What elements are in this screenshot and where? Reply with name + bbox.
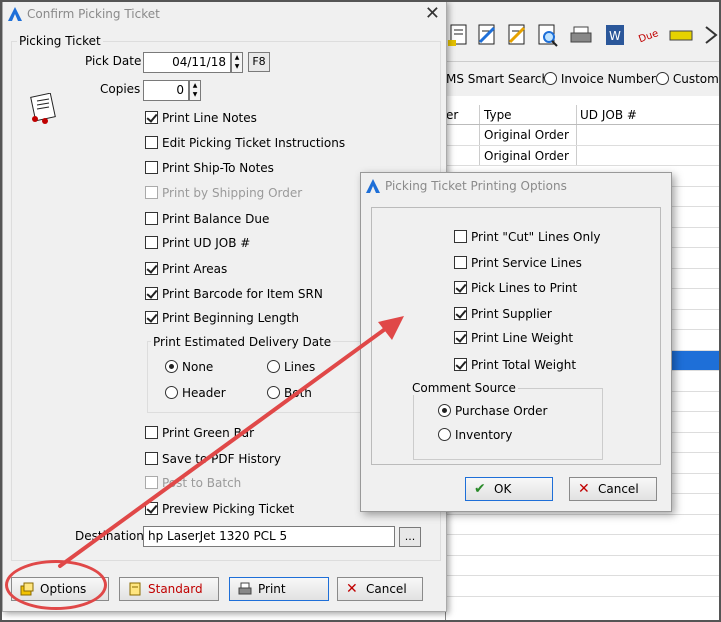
printer-icon[interactable] <box>568 22 594 48</box>
printing-options-dialog: Picking Ticket Printing Options Print "C… <box>360 172 672 512</box>
pick-date-spinner[interactable]: ▲ ▼ <box>231 52 243 73</box>
options-icon <box>20 582 34 596</box>
print-button[interactable]: Print <box>229 577 329 601</box>
smart-search-label: MS Smart Search <box>446 72 550 86</box>
options-cancel-button[interactable]: ✕ Cancel <box>569 477 657 501</box>
table-row[interactable] <box>446 535 721 556</box>
app-logo-icon <box>366 179 380 193</box>
standard-button[interactable]: Standard <box>119 577 219 601</box>
radio-delivery-header[interactable]: Header <box>165 386 226 400</box>
checkbox-print-ud-job[interactable]: Print UD JOB # <box>145 236 250 252</box>
close-icon[interactable]: ✕ <box>425 3 440 24</box>
checkbox-print-areas[interactable]: Print Areas <box>145 262 227 278</box>
checkbox-print-ship-to-notes[interactable]: Print Ship-To Notes <box>145 161 274 177</box>
checkbox-post-to-batch[interactable]: Post to Batch <box>145 476 241 492</box>
svg-text:W: W <box>609 29 621 43</box>
options-titlebar: Picking Ticket Printing Options <box>361 173 671 199</box>
checkbox-pick-lines-to-print[interactable]: Pick Lines to Print <box>454 281 577 295</box>
checkbox-print-barcode[interactable]: Print Barcode for Item SRN <box>145 287 323 303</box>
table-row[interactable] <box>446 515 721 535</box>
destination-browse-button[interactable]: ... <box>399 527 421 547</box>
picking-ticket-icon <box>30 93 56 124</box>
grid-header: er Type UD JOB # <box>446 105 721 125</box>
grid-cell-type: Original Order <box>484 148 569 163</box>
radio-delivery-lines[interactable]: Lines <box>267 360 315 374</box>
invoice-number-radio[interactable]: Invoice Number <box>544 72 656 86</box>
edit-document-icon[interactable] <box>474 22 500 48</box>
grid-col-header-udjob: UD JOB # <box>580 108 637 122</box>
options-panel: Print "Cut" Lines Only Print Service Lin… <box>371 207 661 465</box>
checkbox-edit-instructions[interactable]: Edit Picking Ticket Instructions <box>145 136 345 152</box>
ok-button[interactable]: ✔ OK <box>465 477 553 501</box>
radio-comment-purchase-order[interactable]: Purchase Order <box>438 404 547 418</box>
comment-source-title: Comment Source <box>410 381 518 395</box>
comment-source-group <box>413 388 603 460</box>
checkbox-print-by-shipping-order[interactable]: Print by Shipping Order <box>145 186 302 202</box>
due-icon[interactable]: Due <box>636 22 662 48</box>
app-logo-icon <box>8 7 22 21</box>
document-icon[interactable] <box>446 22 472 48</box>
copies-spinner[interactable]: ▲ ▼ <box>189 80 201 101</box>
copies-field[interactable]: 0 <box>143 80 189 101</box>
search-document-icon[interactable] <box>534 22 560 48</box>
background-search-bar: MS Smart Search Invoice Number Custome <box>446 62 721 96</box>
checkbox-print-service-lines[interactable]: Print Service Lines <box>454 256 582 270</box>
checkbox-print-cut-lines-only[interactable]: Print "Cut" Lines Only <box>454 230 601 244</box>
close-icon: ✕ <box>346 581 358 597</box>
standard-icon <box>129 582 141 596</box>
radio-comment-inventory[interactable]: Inventory <box>438 428 512 442</box>
grid-cell-type: Original Order <box>484 128 569 142</box>
copies-label: Copies <box>100 82 141 96</box>
delivery-date-group <box>147 341 377 413</box>
table-row[interactable] <box>446 556 721 576</box>
checkbox-print-line-notes[interactable]: Print Line Notes <box>145 111 257 127</box>
dialog-title: Confirm Picking Ticket <box>27 7 160 21</box>
checkbox-print-green-bar[interactable]: Print Green Bar <box>145 426 254 442</box>
cancel-button[interactable]: ✕ Cancel <box>337 577 423 601</box>
checkbox-save-to-pdf-history[interactable]: Save to PDF History <box>145 452 281 468</box>
checkmark-icon: ✔ <box>474 481 486 497</box>
close-icon: ✕ <box>578 481 590 497</box>
checkbox-preview-picking-ticket[interactable]: Preview Picking Ticket <box>145 502 294 518</box>
radio-delivery-both[interactable]: Both <box>267 386 312 400</box>
table-row[interactable]: Original Order <box>446 125 721 146</box>
word-icon[interactable]: W <box>602 22 628 48</box>
table-row[interactable]: Original Order <box>446 145 721 166</box>
pick-date-label: Pick Date <box>85 54 142 68</box>
grid-col-header-type: Type <box>484 108 512 122</box>
destination-field[interactable]: hp LaserJet 1320 PCL 5 <box>143 526 395 547</box>
edit-document-icon-2[interactable] <box>504 22 530 48</box>
delivery-date-group-title: Print Estimated Delivery Date <box>151 335 334 349</box>
svg-text:Due: Due <box>637 28 660 45</box>
radio-delivery-none[interactable]: None <box>165 360 213 374</box>
dialog-titlebar: Confirm Picking Ticket ✕ <box>3 1 446 27</box>
picking-ticket-group-title: Picking Ticket <box>17 34 103 48</box>
checkbox-print-supplier[interactable]: Print Supplier <box>454 307 552 321</box>
grid-col-header: er <box>446 108 459 122</box>
destination-label: Destination <box>75 529 144 543</box>
printer-icon <box>238 582 252 595</box>
table-row[interactable] <box>446 576 721 597</box>
options-button[interactable]: Options <box>11 577 109 601</box>
checkbox-print-beginning-length[interactable]: Print Beginning Length <box>145 311 299 327</box>
chevron-icon[interactable] <box>698 22 721 48</box>
checkbox-print-balance-due[interactable]: Print Balance Due <box>145 212 269 228</box>
tape-icon[interactable] <box>668 22 694 48</box>
customer-radio[interactable]: Custome <box>656 72 721 86</box>
pick-date-field[interactable]: 04/11/18 <box>143 52 231 73</box>
checkbox-print-total-weight[interactable]: Print Total Weight <box>454 358 576 372</box>
options-dialog-title: Picking Ticket Printing Options <box>385 179 567 193</box>
checkbox-print-line-weight[interactable]: Print Line Weight <box>454 331 573 345</box>
f8-button[interactable]: F8 <box>248 52 270 72</box>
background-toolbar: W Due <box>446 0 721 62</box>
